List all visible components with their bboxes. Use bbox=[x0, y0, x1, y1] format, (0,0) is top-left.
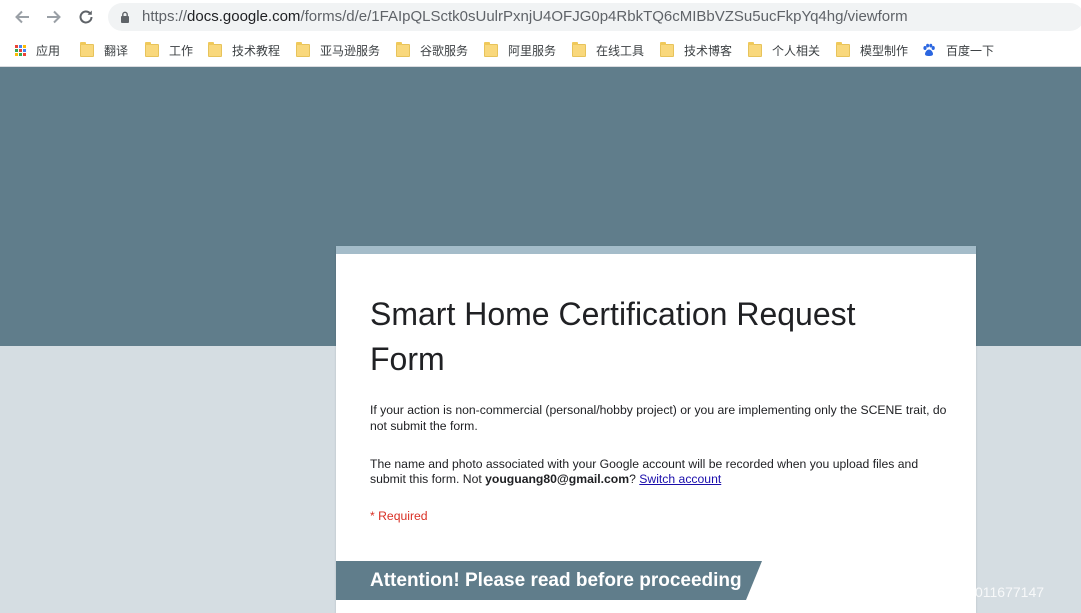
bookmark-label: 翻译 bbox=[104, 43, 129, 58]
baidu-paw-icon bbox=[923, 43, 935, 56]
arrow-right-icon bbox=[47, 10, 61, 24]
folder-icon bbox=[572, 41, 586, 57]
bookmark-baidu[interactable]: 百度一下 bbox=[922, 41, 994, 59]
required-note: * Required bbox=[370, 509, 428, 523]
bookmark-label: 个人相关 bbox=[772, 43, 821, 58]
url-text: https://docs.google.com/forms/d/e/1FAIpQ… bbox=[142, 8, 908, 25]
bookmark-label: 工作 bbox=[169, 43, 194, 58]
bookmark-apps[interactable]: 应用 bbox=[15, 41, 60, 59]
folder-icon bbox=[836, 41, 850, 57]
apps-grid-icon bbox=[15, 44, 26, 56]
folder-icon bbox=[396, 41, 410, 57]
bookmark-folder[interactable]: 技术教程 bbox=[208, 41, 280, 59]
bookmark-label: 在线工具 bbox=[596, 43, 645, 58]
arrow-left-icon bbox=[15, 10, 29, 24]
forward-button[interactable] bbox=[42, 5, 66, 29]
bookmark-folder[interactable]: 亚马逊服务 bbox=[296, 41, 380, 59]
bookmark-label: 百度一下 bbox=[946, 43, 995, 58]
bookmark-folder[interactable]: 个人相关 bbox=[748, 41, 820, 59]
folder-icon bbox=[484, 41, 498, 57]
section-header: Attention! Please read before proceeding bbox=[336, 561, 762, 600]
account-notice: The name and photo associated with your … bbox=[370, 457, 919, 486]
section-title: Attention! Please read before proceeding bbox=[370, 570, 742, 591]
form-header-card: Smart Home Certification Request Form If… bbox=[336, 246, 976, 613]
bookmark-folder[interactable]: 技术博客 bbox=[660, 41, 732, 59]
browser-toolbar: https://docs.google.com/forms/d/e/1FAIpQ… bbox=[0, 0, 1081, 34]
folder-icon bbox=[296, 41, 310, 57]
bookmark-folder[interactable]: 模型制作 bbox=[836, 41, 908, 59]
reload-button[interactable] bbox=[74, 5, 98, 29]
account-email: youguang80@gmail.com bbox=[485, 472, 630, 486]
switch-account-link[interactable]: Switch account bbox=[639, 472, 721, 486]
bookmark-label: 模型制作 bbox=[860, 43, 909, 58]
watermark: https://blog.csdn.net/u011677147 bbox=[838, 584, 1045, 600]
folder-icon bbox=[208, 41, 222, 57]
folder-icon bbox=[660, 41, 674, 57]
back-button[interactable] bbox=[10, 5, 34, 29]
reload-icon bbox=[79, 10, 93, 24]
bookmark-label: 谷歌服务 bbox=[420, 43, 469, 58]
bookmark-label: 技术博客 bbox=[684, 43, 733, 58]
bookmark-label: 应用 bbox=[36, 43, 61, 58]
folder-icon bbox=[80, 41, 94, 57]
bookmark-label: 亚马逊服务 bbox=[320, 43, 381, 58]
form-description: If your action is non-commercial (person… bbox=[370, 403, 947, 433]
bookmark-folder[interactable]: 谷歌服务 bbox=[396, 41, 468, 59]
bookmark-folder[interactable]: 在线工具 bbox=[572, 41, 644, 59]
folder-icon bbox=[748, 41, 762, 57]
bookmark-folder[interactable]: 阿里服务 bbox=[484, 41, 556, 59]
folder-icon bbox=[145, 41, 159, 57]
bookmark-folder[interactable]: 翻译 bbox=[80, 41, 128, 59]
bookmarks-bar: 应用 翻译 工作 技术教程 亚马逊服务 谷歌服务 阿里服务 在线工具 技术博客 … bbox=[0, 34, 1081, 67]
lock-icon bbox=[121, 11, 129, 23]
bookmark-label: 技术教程 bbox=[232, 43, 281, 58]
bookmark-folder[interactable]: 工作 bbox=[145, 41, 193, 59]
bookmark-label: 阿里服务 bbox=[508, 43, 557, 58]
form-title: Smart Home Certification Request Form bbox=[370, 296, 856, 377]
address-bar[interactable]: https://docs.google.com/forms/d/e/1FAIpQ… bbox=[108, 3, 1081, 31]
